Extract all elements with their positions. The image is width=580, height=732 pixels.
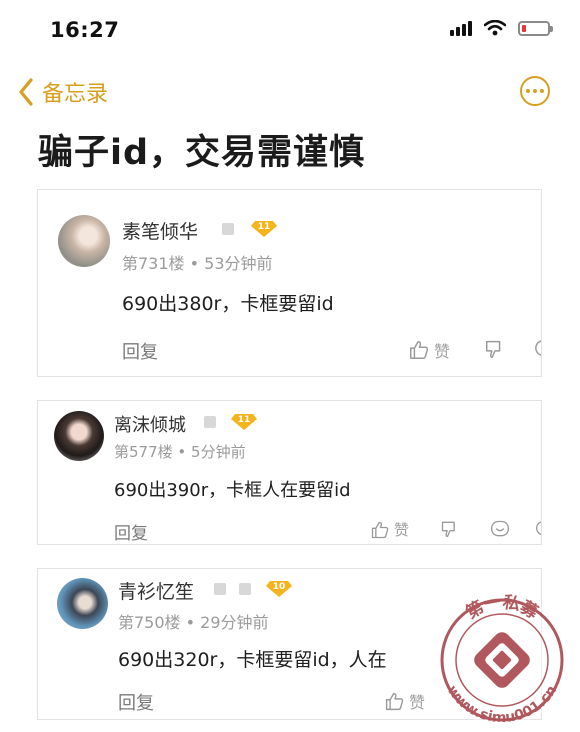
comment-text: 690出320r，卡框要留id，人在: [118, 649, 387, 671]
reply-button[interactable]: 回复: [122, 338, 158, 364]
time-ago: 29分钟前: [200, 613, 269, 632]
username[interactable]: 青衫忆笙: [118, 577, 194, 604]
comment-meta: 第731楼 • 53分钟前: [122, 250, 273, 274]
level-badge: 10: [266, 580, 292, 598]
nav-bar: 备忘录: [0, 70, 580, 116]
more-dot-icon: [533, 89, 537, 93]
comment-meta: 第750楼 • 29分钟前: [118, 609, 269, 633]
comment-card: 素笔倾华 11 第731楼 • 53分钟前 690出380r，卡框要留id 回复…: [37, 189, 542, 377]
chevron-left-icon: [19, 78, 33, 106]
floor-number: 第577楼: [114, 443, 173, 461]
thumbs-up-icon: [410, 341, 429, 359]
username[interactable]: 离沫倾城: [114, 411, 186, 437]
floor-number: 第750楼: [118, 613, 181, 632]
status-icons: [450, 20, 553, 36]
comment-card: 离沫倾城 11 第577楼 • 5分钟前 690出390r，卡框人在要留id 回…: [37, 400, 542, 545]
more-dot-icon: [540, 89, 544, 93]
status-bar: 16:27: [0, 0, 580, 62]
thumbs-up-icon: [385, 692, 404, 710]
user-tag-icon: [222, 223, 234, 235]
like-label: 赞: [434, 342, 451, 361]
like-button[interactable]: 赞: [408, 338, 450, 362]
comment-icon[interactable]: [535, 519, 542, 539]
note-title: 骗子id，交易需谨慎: [38, 133, 366, 173]
cellular-signal-icon: [450, 20, 472, 36]
comment-icon[interactable]: [534, 338, 542, 360]
meta-separator: •: [185, 613, 201, 632]
back-label: 备忘录: [42, 82, 109, 107]
status-time: 16:27: [50, 18, 120, 42]
like-button[interactable]: 赞: [370, 519, 409, 540]
avatar[interactable]: [58, 215, 110, 267]
level-badge: 11: [231, 413, 257, 431]
time-ago: 53分钟前: [204, 254, 273, 273]
time-ago: 5分钟前: [191, 443, 246, 461]
user-tag-icon: [214, 583, 226, 595]
meta-separator: •: [177, 443, 192, 461]
avatar[interactable]: [54, 411, 104, 461]
reply-button[interactable]: 回复: [114, 519, 148, 544]
level-badge: 11: [251, 220, 277, 238]
more-options-button[interactable]: [520, 76, 550, 106]
floor-number: 第731楼: [122, 254, 185, 273]
watermark-logo: 第一私募 www.simu001.cn: [436, 592, 568, 726]
thumbs-down-icon[interactable]: [440, 519, 460, 539]
back-button[interactable]: 备忘录: [16, 76, 108, 108]
like-label: 赞: [394, 521, 410, 539]
thumbs-down-icon[interactable]: [484, 338, 506, 360]
wifi-icon: [484, 20, 506, 36]
comment-text: 690出380r，卡框要留id: [122, 293, 334, 315]
meta-separator: •: [189, 254, 205, 273]
user-tag-icon: [239, 583, 251, 595]
more-dot-icon: [526, 89, 530, 93]
comment-text: 690出390r，卡框人在要留id: [114, 480, 351, 501]
avatar[interactable]: [57, 578, 108, 629]
thumbs-up-icon: [371, 521, 389, 538]
user-tag-icon: [204, 416, 216, 428]
username[interactable]: 素笔倾华: [122, 217, 198, 244]
battery-icon: [518, 20, 553, 36]
emoji-icon[interactable]: [490, 519, 510, 539]
comment-meta: 第577楼 • 5分钟前: [114, 441, 246, 462]
like-label: 赞: [409, 693, 426, 712]
reply-button[interactable]: 回复: [118, 689, 154, 715]
like-button[interactable]: 赞: [384, 689, 425, 713]
